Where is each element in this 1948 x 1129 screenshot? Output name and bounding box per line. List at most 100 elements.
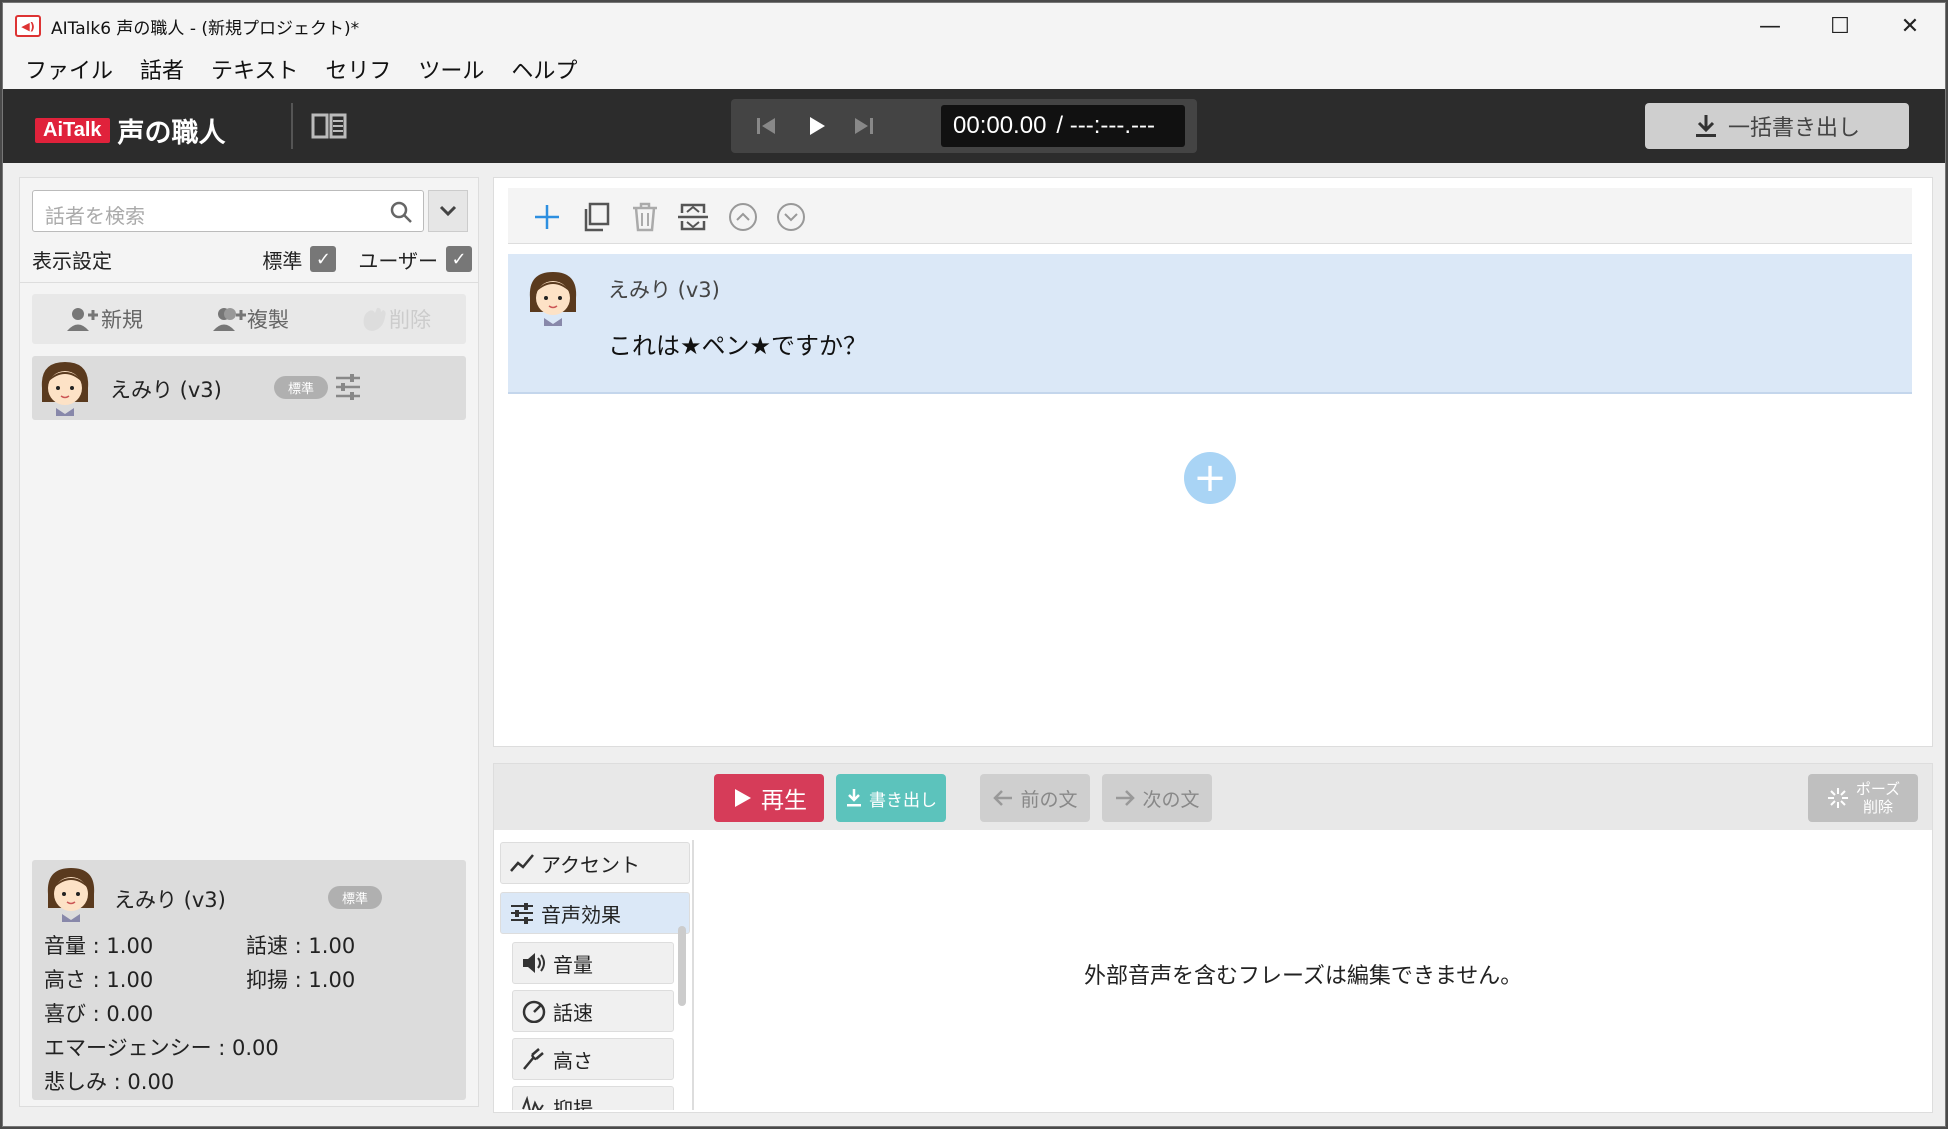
speaker-search-input[interactable]: 話者を検索 xyxy=(32,190,424,232)
waveform-icon xyxy=(522,1095,544,1110)
info-volume: 音量 : 1.00 xyxy=(44,934,154,958)
sidebar-scrollbar[interactable] xyxy=(678,926,686,1006)
info-speed: 話速 : 1.00 xyxy=(246,934,356,958)
accent-line-icon xyxy=(510,854,534,872)
menu-speaker[interactable]: 話者 xyxy=(140,53,184,85)
info-speaker-name: えみり (v3) xyxy=(114,888,226,912)
info-pitch: 高さ : 1.00 xyxy=(44,968,154,992)
logo-badge: AiTalk xyxy=(35,118,110,143)
script-editor: えみり (v3) これは★ペン★ですか？ + xyxy=(493,177,1933,747)
copy-icon[interactable] xyxy=(580,200,614,234)
info-badge: 標準 xyxy=(328,886,383,909)
speaker-panel: 話者を検索 表示設定 標準 ✓ ユーザー ✓ 新規 複製 削除 えみり (v3)… xyxy=(19,177,479,1107)
filter-standard-label: 標準 xyxy=(262,248,303,273)
search-dropdown-button[interactable] xyxy=(428,190,468,232)
manual-book-icon[interactable] xyxy=(311,111,347,141)
skip-forward-icon[interactable] xyxy=(849,111,879,141)
tuning-toolbar: 再生 書き出し 前の文 次の文 ポーズ 削除 xyxy=(494,764,1932,830)
avatar xyxy=(41,362,89,416)
line-speaker-name: えみり (v3) xyxy=(608,278,720,302)
effect-intonation[interactable]: 抑揚 xyxy=(512,1086,674,1110)
export-all-button[interactable]: 一括書き出し xyxy=(1645,103,1909,149)
effect-volume[interactable]: 音量 xyxy=(512,942,674,984)
effect-speed[interactable]: 話速 xyxy=(512,990,674,1032)
menu-line[interactable]: セリフ xyxy=(325,53,391,85)
split-icon[interactable] xyxy=(676,200,710,234)
new-speaker-button[interactable]: 新規 xyxy=(67,304,143,334)
skip-back-icon[interactable] xyxy=(751,111,781,141)
maximize-icon[interactable]: ☐ xyxy=(1805,3,1875,49)
settings-sliders-icon[interactable] xyxy=(334,372,362,402)
speaker-list-item[interactable]: えみり (v3) 標準 xyxy=(32,356,466,420)
effect-pitch[interactable]: 高さ xyxy=(512,1038,674,1080)
duplicate-speaker-button[interactable]: 複製 xyxy=(213,304,289,334)
prev-sentence-button[interactable]: 前の文 xyxy=(980,774,1090,822)
app-icon: ◀) xyxy=(15,15,41,37)
display-settings-label: 表示設定 xyxy=(32,248,112,273)
menu-tools[interactable]: ツール xyxy=(418,53,484,85)
play-icon xyxy=(735,789,751,807)
speaker-volume-icon xyxy=(523,953,545,973)
menu-text[interactable]: テキスト xyxy=(211,53,298,85)
search-icon xyxy=(390,201,412,223)
avatar xyxy=(47,868,95,922)
pause-label: ポーズ xyxy=(1855,780,1901,798)
tuning-sidebar: アクセント 音声効果 音量 話速 高さ 抑揚 xyxy=(498,840,694,1110)
play-button[interactable]: 再生 xyxy=(714,774,824,822)
chevron-down-icon xyxy=(439,205,457,217)
filter-standard-checkbox[interactable]: ✓ xyxy=(310,246,337,272)
avatar xyxy=(529,272,577,326)
tab-voice-effects[interactable]: 音声効果 xyxy=(500,892,690,934)
speaker-badge: 標準 xyxy=(274,376,329,399)
info-intonation: 抑揚 : 1.00 xyxy=(246,968,356,992)
speedometer-icon xyxy=(522,1000,546,1023)
editor-toolbar xyxy=(508,188,1912,244)
download-icon xyxy=(1695,115,1716,137)
time-current: 00:00.00 xyxy=(953,112,1047,139)
delete-speaker-button[interactable]: 削除 xyxy=(359,304,431,334)
menu-bar: ファイル 話者 テキスト セリフ ツール ヘルプ xyxy=(3,49,1945,89)
info-joy: 喜び : 0.00 xyxy=(44,1002,154,1026)
speaker-info-panel: えみり (v3) 標準 音量 : 1.00 話速 : 1.00 高さ : 1.0… xyxy=(32,860,466,1100)
sliders-icon xyxy=(511,903,533,924)
app-window: ◀) AITalk6 声の職人 - (新規プロジェクト)* — ☐ ✕ ファイル… xyxy=(2,2,1946,1127)
tuning-fork-icon xyxy=(523,1048,544,1070)
filter-user-label: ユーザー xyxy=(358,248,438,273)
info-emergency: エマージェンシー : 0.00 xyxy=(44,1036,279,1060)
time-display: 00:00.00 / ---:---.--- xyxy=(941,105,1185,147)
app-logo: AiTalk 声の職人 xyxy=(35,111,226,150)
minimize-icon[interactable]: — xyxy=(1735,3,1805,49)
time-total: / ---:---.--- xyxy=(1056,112,1156,139)
line-text[interactable]: これは★ペン★ですか？ xyxy=(608,326,867,361)
arrow-right-icon xyxy=(1116,790,1136,806)
speaker-name: えみり (v3) xyxy=(110,378,222,402)
menu-file[interactable]: ファイル xyxy=(25,53,113,85)
search-placeholder: 話者を検索 xyxy=(45,204,145,228)
playback-controls: 00:00.00 / ---:---.--- xyxy=(731,99,1197,153)
play-icon[interactable] xyxy=(801,111,831,141)
pause-delete-button[interactable]: ポーズ 削除 xyxy=(1808,774,1918,822)
delete-label: 削除 xyxy=(1862,798,1893,816)
download-icon xyxy=(847,789,861,807)
logo-text: 声の職人 xyxy=(117,118,226,149)
main-toolbar: AiTalk 声の職人 00:00.00 / ---:---.--- 一括書き出… xyxy=(3,89,1945,163)
menu-help[interactable]: ヘルプ xyxy=(511,53,577,85)
add-user-icon xyxy=(67,308,98,331)
tab-accent[interactable]: アクセント xyxy=(500,842,690,884)
filter-user-checkbox[interactable]: ✓ xyxy=(446,246,472,272)
trash-icon[interactable] xyxy=(628,200,662,234)
add-icon[interactable] xyxy=(530,200,564,234)
next-sentence-button[interactable]: 次の文 xyxy=(1102,774,1212,822)
close-icon[interactable]: ✕ xyxy=(1875,3,1945,49)
export-button[interactable]: 書き出し xyxy=(836,774,946,822)
move-up-icon[interactable] xyxy=(726,200,760,234)
title-bar: ◀) AITalk6 声の職人 - (新規プロジェクト)* — ☐ ✕ xyxy=(3,3,1945,49)
window-title: AITalk6 声の職人 - (新規プロジェクト)* xyxy=(51,18,360,39)
info-sadness: 悲しみ : 0.00 xyxy=(44,1070,175,1094)
export-all-label: 一括書き出し xyxy=(1727,116,1860,141)
script-line[interactable]: えみり (v3) これは★ペン★ですか？ xyxy=(508,254,1912,394)
move-down-icon[interactable] xyxy=(774,200,808,234)
display-settings: 表示設定 標準 ✓ ユーザー ✓ xyxy=(32,242,472,276)
add-line-button[interactable]: + xyxy=(1184,452,1236,504)
edit-disabled-message: 外部音声を含むフレーズは編集できません。 xyxy=(1084,964,1523,989)
